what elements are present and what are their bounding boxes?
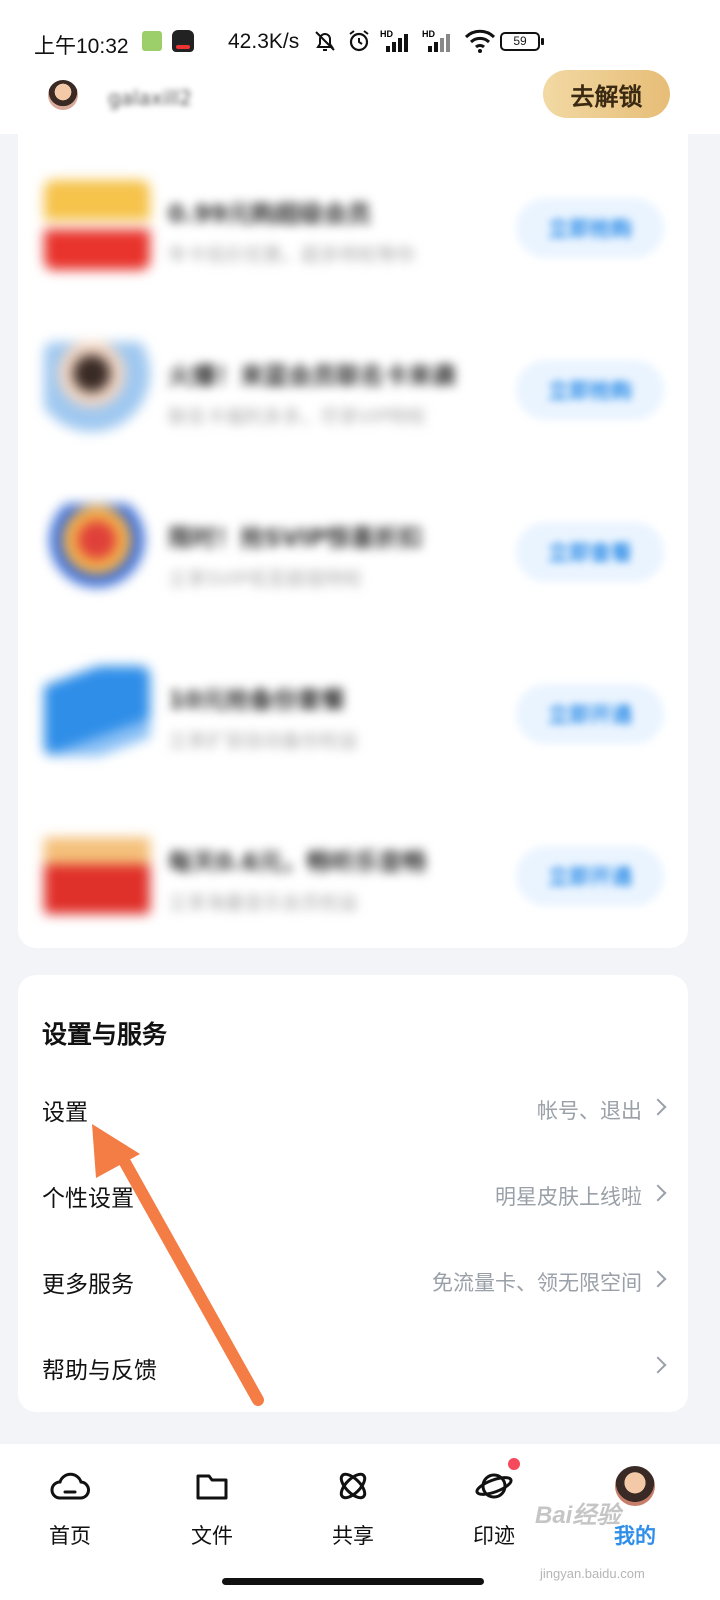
nav-files[interactable]: 文件 [162, 1466, 262, 1556]
section-title: 设置与服务 [42, 1020, 168, 1049]
nav-share[interactable]: 共享 [303, 1466, 403, 1556]
promo-thumbnail [44, 828, 150, 918]
promo-title: 每天0.6元，畅听乐音畅 [168, 848, 427, 876]
notification-dot [508, 1458, 520, 1470]
cloud-icon [50, 1472, 90, 1500]
promo-item[interactable]: 每天0.6元，畅听乐音畅 立享海量音乐会员权益 立即开通 [18, 792, 688, 948]
battery-icon: 59 [500, 32, 544, 51]
promo-item[interactable]: 火爆！来蓝会员联名卡来袭 联名卡福利多多，尽享VIP特权 立即抢购 [18, 306, 688, 468]
svg-text:HD: HD [422, 29, 435, 39]
username: galaxill2 [108, 86, 192, 110]
chevron-right-icon [649, 1098, 667, 1116]
watermark-brand: Bai经验 [535, 1502, 621, 1529]
promo-subtitle: 联名卡福利多多，尽享VIP特权 [168, 406, 427, 428]
signal-hd2-icon: HD [422, 29, 450, 52]
promo-item[interactable]: 10元抢备份套餐 立享扩容自动备份权益 立即开通 [18, 630, 688, 792]
chevron-right-icon [649, 1184, 667, 1202]
promo-button[interactable]: 立即抢购 [516, 360, 664, 420]
promo-thumbnail [44, 504, 150, 594]
status-bar: 上午10:32 42.3K/s HD HD 59 [0, 0, 720, 70]
network-speed: 42.3K/s [228, 30, 300, 53]
nav-label: 文件 [191, 1524, 233, 1548]
planet-icon [475, 1473, 513, 1499]
wifi-icon [464, 29, 496, 53]
chevron-right-icon [649, 1270, 667, 1288]
nav-label: 共享 [332, 1524, 374, 1548]
atom-icon [339, 1472, 367, 1500]
alarm-icon [349, 30, 369, 52]
promo-title: 10元抢备份套餐 [168, 686, 346, 714]
setting-label: 设置 [42, 1100, 88, 1126]
setting-label: 帮助与反馈 [42, 1358, 157, 1384]
promo-title: 0.99元购超级会员 [168, 200, 372, 228]
watermark-url: jingyan.baidu.com [540, 1566, 645, 1581]
settings-row-settings[interactable]: 设置 帐号、退出 [18, 1069, 688, 1155]
promo-button[interactable]: 立即查看 [516, 522, 664, 582]
setting-label: 个性设置 [42, 1186, 134, 1212]
promo-title: 火爆！来蓝会员联名卡来袭 [168, 362, 456, 390]
nav-home[interactable]: 首页 [20, 1466, 120, 1556]
setting-hint: 明星皮肤上线啦 [495, 1185, 642, 1209]
promo-item[interactable]: 限时！抢SVIP惊喜折扣 立享SVIP低至超值特权 立即查看 [18, 468, 688, 630]
unlock-button[interactable]: 去解锁 [543, 70, 670, 118]
promo-title: 限时！抢SVIP惊喜折扣 [168, 524, 423, 552]
promo-button[interactable]: 立即开通 [516, 684, 664, 744]
settings-services-card: 设置与服务 设置 帐号、退出 个性设置 明星皮肤上线啦 更多服务 免流量卡、领无… [18, 975, 688, 1412]
profile-header: galaxill2 去解锁 [0, 70, 720, 134]
setting-hint: 帐号、退出 [537, 1099, 642, 1123]
mute-bell-icon [315, 31, 335, 51]
settings-row-more-services[interactable]: 更多服务 免流量卡、领无限空间 [18, 1241, 688, 1327]
avatar[interactable] [48, 80, 78, 110]
promo-subtitle: 立享SVIP低至超值特权 [168, 568, 363, 590]
nav-label: 首页 [49, 1524, 91, 1548]
promo-subtitle: 年卡低价优惠，超多特权等你 [168, 244, 416, 266]
status-time: 上午10:32 [34, 35, 129, 58]
svg-text:HD: HD [380, 29, 393, 39]
nav-label: 印迹 [473, 1524, 515, 1548]
promo-subtitle: 立享海量音乐会员权益 [168, 892, 359, 914]
promo-button[interactable]: 立即开通 [516, 846, 664, 906]
folder-icon [196, 1474, 228, 1500]
home-indicator[interactable] [222, 1578, 484, 1585]
avatar [615, 1466, 655, 1506]
promo-thumbnail [44, 666, 150, 756]
status-icons: HD HD [312, 28, 496, 54]
nav-footprint[interactable]: 印迹 [444, 1458, 544, 1556]
setting-label: 更多服务 [42, 1272, 134, 1298]
qq-notification-icon [172, 30, 194, 52]
promo-thumbnail [44, 180, 150, 270]
app-notification-icon [142, 31, 162, 51]
settings-row-help-feedback[interactable]: 帮助与反馈 [18, 1327, 688, 1413]
setting-hint: 免流量卡、领无限空间 [432, 1271, 642, 1295]
chevron-right-icon [649, 1356, 667, 1374]
promo-subtitle: 立享扩容自动备份权益 [168, 730, 359, 752]
promo-button[interactable]: 立即抢购 [516, 198, 664, 258]
settings-row-personalize[interactable]: 个性设置 明星皮肤上线啦 [18, 1155, 688, 1241]
promo-item[interactable]: 0.99元购超级会员 年卡低价优惠，超多特权等你 立即抢购 [18, 144, 688, 306]
promo-list: 0.99元购超级会员 年卡低价优惠，超多特权等你 立即抢购 火爆！来蓝会员联名卡… [18, 134, 688, 948]
promo-thumbnail [44, 342, 150, 432]
signal-hd-icon: HD [380, 29, 408, 52]
